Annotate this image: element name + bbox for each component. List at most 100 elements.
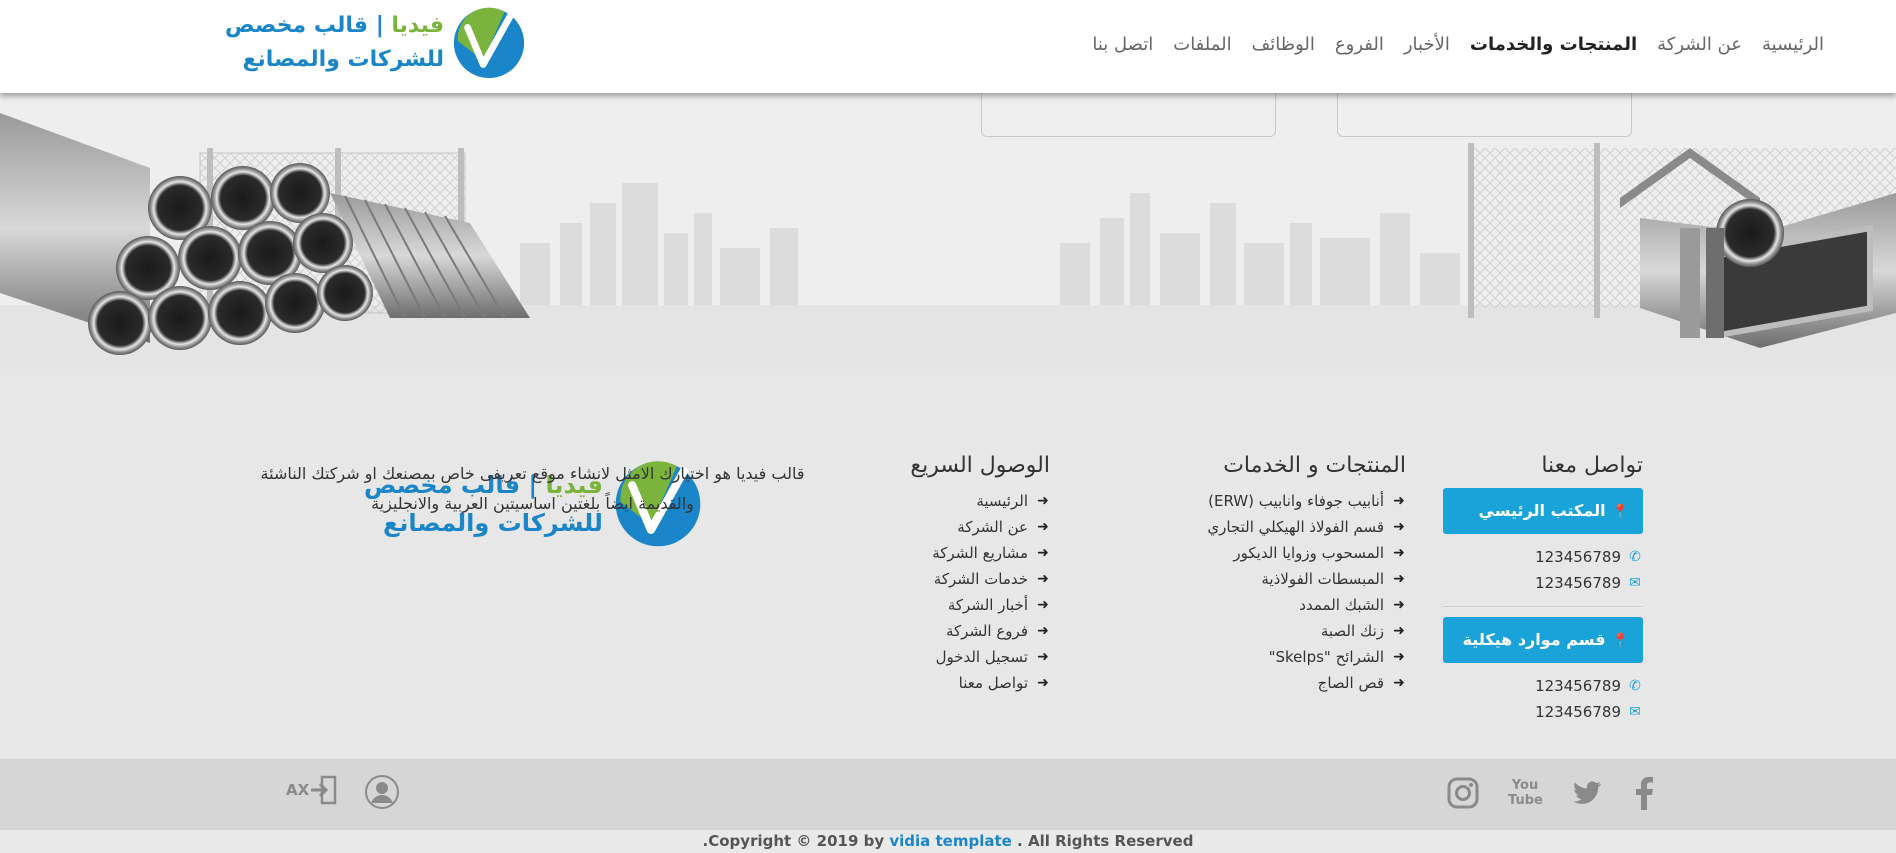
- contact-column: تواصل معنا 📍 المكتب الرئيسي ✆ 123456789 ✉ 1…: [1433, 453, 1643, 725]
- arrow-left-icon: ➜: [1037, 519, 1049, 535]
- product-link[interactable]: ➜ الشبك الممدد: [1166, 592, 1406, 618]
- link-label: عن الشركة: [957, 518, 1028, 536]
- arrow-left-icon: ➜: [1037, 597, 1049, 613]
- arrow-left-icon: ➜: [1393, 571, 1405, 587]
- link-label: المبسطات الفولاذية: [1261, 570, 1384, 588]
- arrow-left-icon: ➜: [1393, 545, 1405, 561]
- office-main-button[interactable]: 📍 المكتب الرئيسي: [1443, 488, 1643, 534]
- arrow-left-icon: ➜: [1037, 675, 1049, 691]
- copyright-text: .Copyright © 2019 by vidia template . Al…: [0, 830, 1896, 853]
- office-main-email[interactable]: ✉ 123456789: [1433, 570, 1643, 596]
- nav-item-news[interactable]: الأخبار: [1394, 34, 1460, 55]
- quick-link[interactable]: ➜ تواصل معنا: [890, 670, 1050, 696]
- login-label: AX: [286, 781, 310, 799]
- phone-icon: ✆: [1629, 678, 1641, 694]
- nav-item-about[interactable]: عن الشركة: [1647, 34, 1752, 55]
- arrow-left-icon: ➜: [1393, 649, 1405, 665]
- twitter-icon[interactable]: [1570, 776, 1604, 810]
- contact-title: تواصل معنا: [1541, 453, 1643, 478]
- link-label: أخبار الشركة: [947, 596, 1028, 614]
- link-label: تواصل معنا: [958, 674, 1028, 692]
- social-links: You Tube: [1446, 776, 1656, 810]
- arrow-left-icon: ➜: [1037, 649, 1049, 665]
- header-logo[interactable]: فيديا | قالب مخصص للشركات والمصانع: [225, 4, 528, 82]
- dropdown-panel-left: [981, 93, 1276, 137]
- product-link[interactable]: ➜ الشرائح "Skelps": [1166, 644, 1406, 670]
- office-main-phone[interactable]: ✆ 123456789: [1433, 544, 1643, 570]
- nav-item-products[interactable]: المنتجات والخدمات: [1460, 34, 1647, 55]
- product-link[interactable]: ➜ المبسطات الفولاذية: [1166, 566, 1406, 592]
- office-main-label: المكتب الرئيسي: [1478, 501, 1606, 520]
- arrow-left-icon: ➜: [1393, 519, 1405, 535]
- quick-link[interactable]: ➜ مشاريع الشركة: [890, 540, 1050, 566]
- copyright-suffix: . All Rights Reserved: [1011, 832, 1194, 850]
- copyright-prefix: .Copyright © 2019 by: [702, 832, 890, 850]
- email-value: 123456789: [1535, 703, 1621, 721]
- logo-v-icon: [453, 7, 525, 79]
- main-nav: الرئيسية عن الشركة المنتجات والخدمات الأ…: [1082, 34, 1834, 55]
- nav-item-jobs[interactable]: الوظائف: [1242, 34, 1325, 55]
- link-label: قسم الفولاذ الهيكلي التجاري: [1207, 518, 1384, 536]
- product-link[interactable]: ➜ قسم الفولاذ الهيكلي التجاري: [1166, 514, 1406, 540]
- product-link[interactable]: ➜ أنابيب جوفاء وانابيب (ERW): [1166, 488, 1406, 514]
- link-label: الرئيسية: [976, 492, 1028, 510]
- nav-item-home[interactable]: الرئيسية: [1752, 34, 1834, 55]
- youtube-label: You Tube: [1508, 778, 1543, 808]
- site-header: فيديا | قالب مخصص للشركات والمصانع الرئي…: [0, 0, 1896, 93]
- quick-link[interactable]: ➜ أخبار الشركة: [890, 592, 1050, 618]
- youtube-icon[interactable]: You Tube: [1508, 776, 1543, 810]
- arrow-left-icon: ➜: [1393, 597, 1405, 613]
- product-link[interactable]: ➜ المسحوب وزوايا الديكور: [1166, 540, 1406, 566]
- phone-number: 123456789: [1535, 548, 1621, 566]
- quick-link[interactable]: ➜ الرئيسية: [890, 488, 1050, 514]
- office-hr-button[interactable]: 📍 قسم موارد هيكلية: [1443, 617, 1643, 663]
- instagram-icon[interactable]: [1446, 776, 1480, 810]
- envelope-icon: ✉: [1629, 575, 1641, 591]
- quick-link[interactable]: ➜ عن الشركة: [890, 514, 1050, 540]
- email-value: 123456789: [1535, 574, 1621, 592]
- about-text: قالب فيديا هو اختيارك الامثل لانشاء موقع…: [260, 464, 805, 513]
- login-icon[interactable]: AX: [286, 775, 337, 805]
- link-label: تسجيل الدخول: [935, 648, 1028, 666]
- nav-item-branches[interactable]: الفروع: [1325, 34, 1394, 55]
- products-list: ➜ أنابيب جوفاء وانابيب (ERW) ➜ قسم الفولاذ…: [1166, 488, 1406, 696]
- logo-brand-name: فيديا: [391, 13, 445, 38]
- office-hr-email[interactable]: ✉ 123456789: [1433, 699, 1643, 725]
- facebook-icon[interactable]: [1632, 776, 1656, 810]
- logo-tagline-2: للشركات والمصانع: [242, 47, 445, 72]
- nav-item-files[interactable]: الملفات: [1163, 34, 1241, 55]
- link-label: أنابيب جوفاء وانابيب (ERW): [1208, 492, 1384, 510]
- quick-link[interactable]: ➜ فروع الشركة: [890, 618, 1050, 644]
- arrow-left-icon: ➜: [1037, 545, 1049, 561]
- arrow-left-icon: ➜: [1393, 623, 1405, 639]
- logo-text: فيديا | قالب مخصص للشركات والمصانع: [225, 9, 444, 77]
- user-icon[interactable]: [364, 774, 400, 810]
- quick-access-title: الوصول السريع: [910, 453, 1050, 478]
- office-hr-label: قسم موارد هيكلية: [1462, 630, 1606, 649]
- link-label: خدمات الشركة: [933, 570, 1028, 588]
- product-link[interactable]: ➜ زنك الصبة: [1166, 618, 1406, 644]
- products-column: المنتجات و الخدمات ➜ أنابيب جوفاء وانابيب…: [1166, 453, 1406, 696]
- map-pin-icon: 📍: [1611, 504, 1629, 520]
- link-label: المسحوب وزوايا الديكور: [1233, 544, 1384, 562]
- arrow-left-icon: ➜: [1393, 675, 1405, 691]
- arrow-left-icon: ➜: [1393, 493, 1405, 509]
- arrow-left-icon: ➜: [1037, 623, 1049, 639]
- quick-access-column: الوصول السريع ➜ الرئيسية ➜ عن الشركة ➜ مشار…: [890, 453, 1050, 696]
- link-label: مشاريع الشركة: [932, 544, 1028, 562]
- divider: [1443, 606, 1643, 607]
- link-label: الشبك الممدد: [1299, 596, 1384, 614]
- nav-item-contact[interactable]: اتصل بنا: [1082, 34, 1163, 55]
- bottom-bar: You Tube AX: [0, 759, 1896, 830]
- link-label: قص الصاج: [1317, 674, 1384, 692]
- map-pin-icon: 📍: [1611, 633, 1629, 649]
- phone-icon: ✆: [1629, 549, 1641, 565]
- quick-link[interactable]: ➜ تسجيل الدخول: [890, 644, 1050, 670]
- quick-access-list: ➜ الرئيسية ➜ عن الشركة ➜ مشاريع الشركة ➜ خدم…: [890, 488, 1050, 696]
- phone-number: 123456789: [1535, 677, 1621, 695]
- product-link[interactable]: ➜ قص الصاج: [1166, 670, 1406, 696]
- quick-link[interactable]: ➜ خدمات الشركة: [890, 566, 1050, 592]
- office-hr-phone[interactable]: ✆ 123456789: [1433, 673, 1643, 699]
- copyright-brand-link[interactable]: vidia template: [889, 832, 1011, 850]
- link-label: فروع الشركة: [946, 622, 1028, 640]
